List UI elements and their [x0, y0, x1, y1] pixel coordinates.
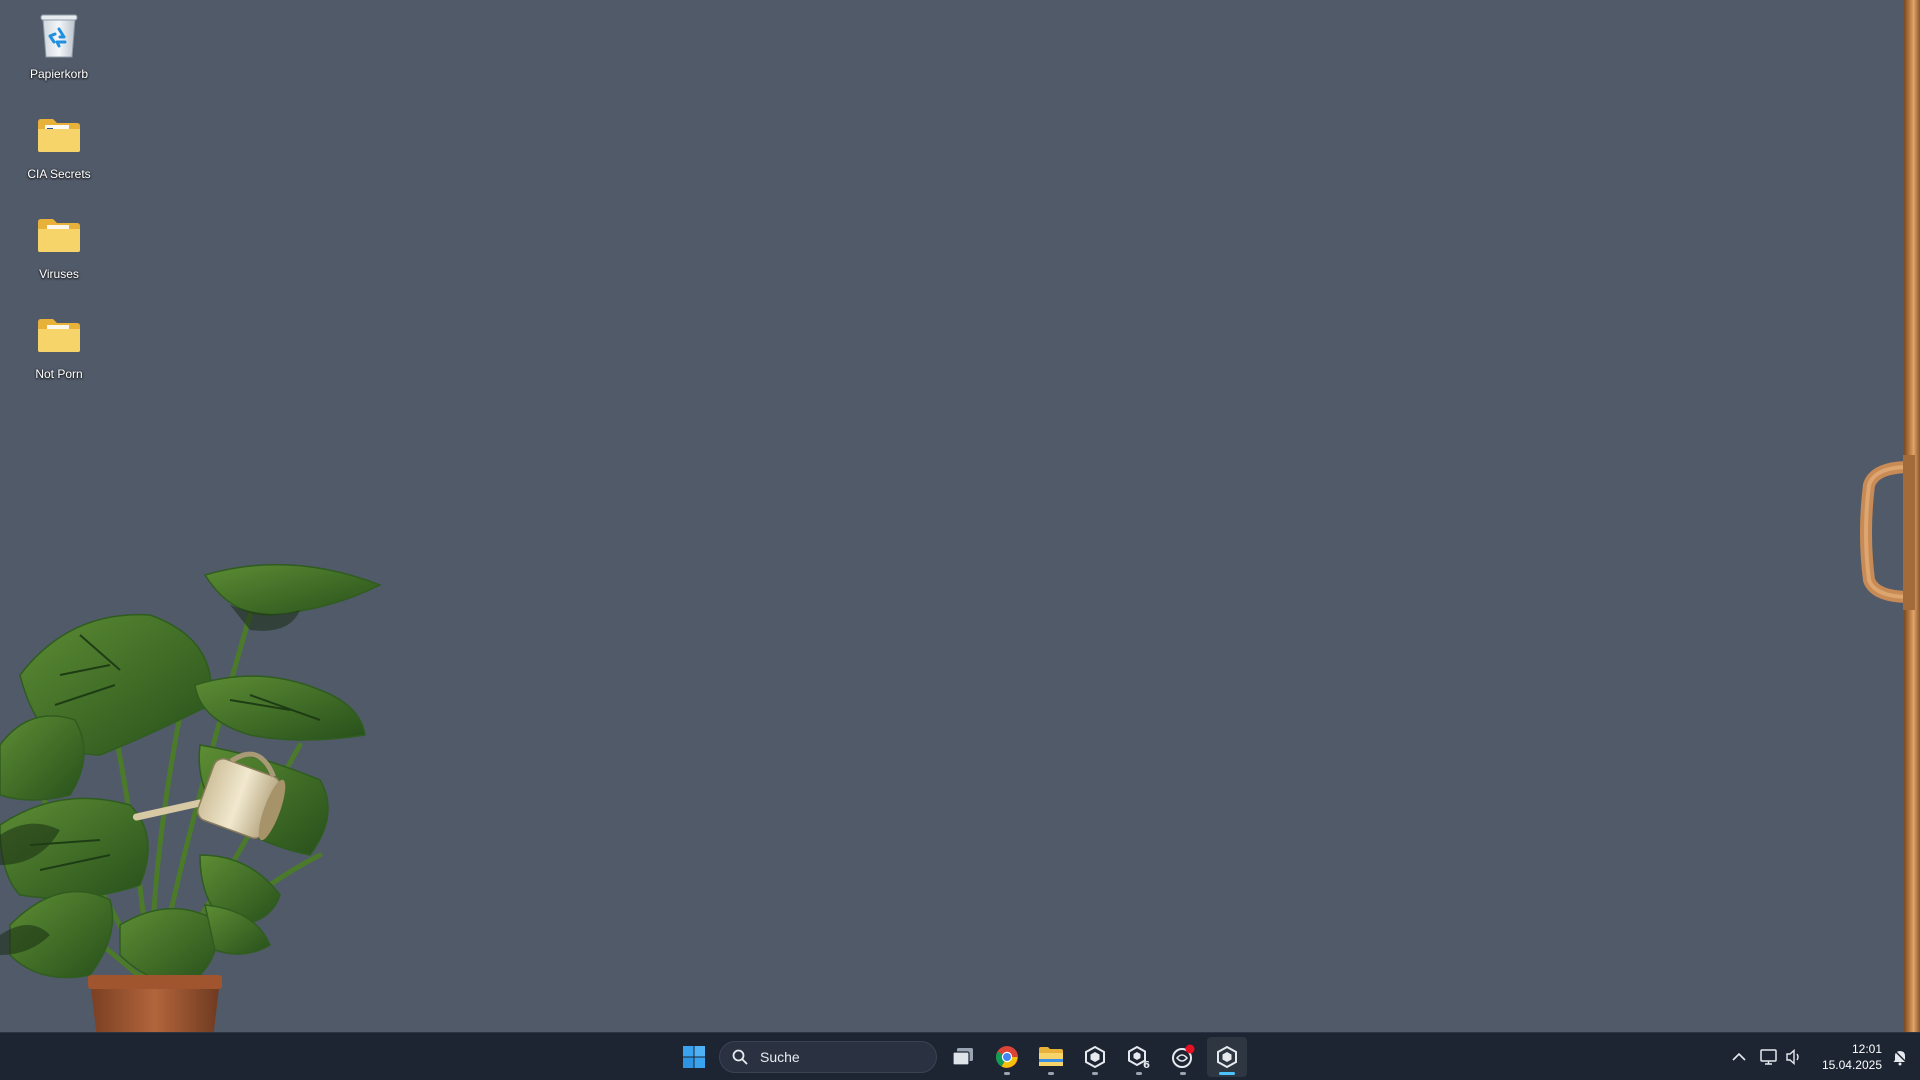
volume-button[interactable]	[1780, 1043, 1808, 1071]
unity-icon	[1217, 1045, 1237, 1069]
taskbar: 6	[0, 1032, 1920, 1080]
desktop-icon-label: Viruses	[39, 267, 79, 281]
show-hidden-icons-button[interactable]	[1725, 1043, 1753, 1071]
circular-app-icon	[1172, 1044, 1195, 1068]
task-view-icon	[952, 1048, 973, 1066]
desktop-icon-recycle-bin[interactable]: Papierkorb	[14, 4, 104, 96]
desktop: Papierkorb CIA Secrets Viruses Not Porn …	[0, 0, 1920, 1080]
recycle-bin-icon	[32, 8, 86, 62]
clock-date: 15.04.2025	[1821, 1058, 1882, 1072]
windows-logo-icon	[683, 1046, 705, 1068]
wooden-handle-decoration	[1860, 455, 1915, 610]
running-indicator	[1004, 1072, 1010, 1075]
unity-6-taskbar-button[interactable]: 6	[1119, 1037, 1159, 1077]
desktop-icon-label: Not Porn	[35, 367, 83, 381]
desktop-icon-viruses-folder[interactable]: Viruses	[14, 204, 104, 296]
chrome-icon	[996, 1046, 1018, 1068]
folder-icon	[32, 308, 86, 362]
running-indicator	[1092, 1072, 1098, 1075]
desktop-icon-label: CIA Secrets	[27, 167, 91, 181]
running-indicator	[1136, 1072, 1142, 1075]
svg-text:6: 6	[1143, 1060, 1150, 1069]
search-input[interactable]	[758, 1048, 932, 1066]
chrome-taskbar-button[interactable]	[987, 1037, 1027, 1077]
unity-6-icon: 6	[1128, 1045, 1150, 1069]
desktop-icon-not-porn-folder[interactable]: Not Porn	[14, 304, 104, 396]
speaker-icon	[1786, 1049, 1799, 1065]
task-view-button[interactable]	[943, 1037, 983, 1077]
file-explorer-taskbar-button[interactable]	[1031, 1037, 1071, 1077]
running-indicator	[1048, 1072, 1054, 1075]
search-bar[interactable]	[719, 1041, 937, 1073]
app-with-notification-taskbar-button[interactable]	[1163, 1037, 1203, 1077]
start-button[interactable]	[674, 1037, 714, 1077]
network-icon	[1760, 1049, 1777, 1065]
desktop-icon-cia-secrets-folder[interactable]: CIA Secrets	[14, 104, 104, 196]
notification-badge-icon	[1185, 1044, 1195, 1054]
running-indicator	[1180, 1072, 1186, 1075]
notification-center-button[interactable]	[1886, 1043, 1914, 1071]
clock[interactable]: 12:01 15.04.2025	[1806, 1041, 1882, 1075]
search-icon	[732, 1049, 748, 1065]
folder-icon	[32, 208, 86, 262]
chevron-up-icon	[1732, 1052, 1746, 1061]
bell-icon	[1893, 1049, 1908, 1066]
folder-icon	[1039, 1047, 1063, 1066]
clock-time: 12:01	[1851, 1042, 1882, 1056]
unity-editor-taskbar-button[interactable]	[1207, 1037, 1247, 1077]
folder-icon	[32, 108, 86, 162]
desktop-icon-label: Papierkorb	[29, 67, 89, 81]
monstera-plant-decoration	[0, 563, 382, 1080]
unity-icon	[1085, 1045, 1105, 1069]
unity-hub-taskbar-button[interactable]	[1075, 1037, 1115, 1077]
running-indicator	[1219, 1072, 1235, 1075]
